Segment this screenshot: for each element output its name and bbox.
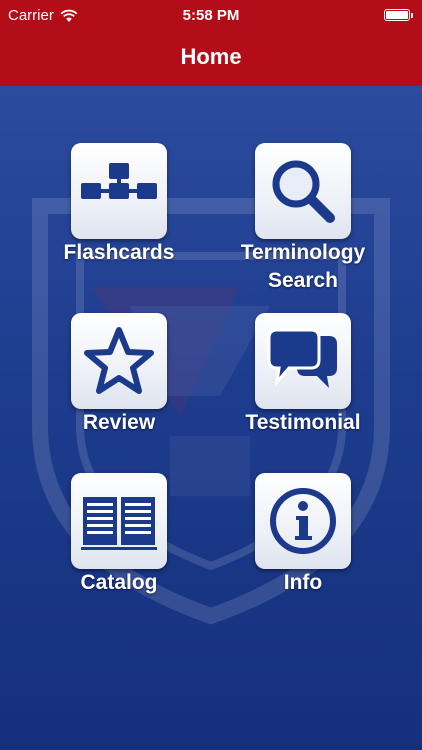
battery-full-icon [384, 9, 413, 21]
terminology-search-label: Terminology Search [240, 241, 366, 292]
info-label: Info [283, 571, 323, 594]
header-bar: Carrier 5:58 PM Home [0, 0, 422, 86]
home-content: Flashcards Terminology Search Review Tes… [0, 86, 422, 750]
catalog-button[interactable]: Catalog [19, 473, 219, 623]
flashcards-icon-box [71, 143, 167, 239]
star-icon [84, 327, 154, 394]
review-button[interactable]: Review [19, 313, 219, 463]
flashcards-button[interactable]: Flashcards [19, 143, 219, 293]
hierarchy-icon [81, 163, 157, 199]
terminology-icon-box [255, 143, 351, 239]
terminology-search-button[interactable]: Terminology Search [203, 143, 403, 293]
search-icon [272, 160, 335, 223]
status-time: 5:58 PM [182, 7, 240, 24]
info-icon-box [255, 473, 351, 569]
review-icon-box [71, 313, 167, 409]
testimonial-button[interactable]: Testimonial [203, 313, 403, 463]
testimonial-icon-box [255, 313, 351, 409]
page-title: Home [180, 44, 242, 69]
open-book-icon [81, 497, 157, 550]
catalog-label: Catalog [80, 571, 158, 594]
info-icon [270, 488, 336, 554]
testimonial-label: Testimonial [245, 411, 361, 434]
chat-bubbles-icon [267, 328, 337, 388]
info-button[interactable]: Info [203, 473, 403, 623]
catalog-icon-box [71, 473, 167, 569]
status-bar: Carrier 5:58 PM [0, 0, 422, 32]
review-label: Review [82, 411, 156, 434]
flashcards-label: Flashcards [63, 241, 175, 264]
